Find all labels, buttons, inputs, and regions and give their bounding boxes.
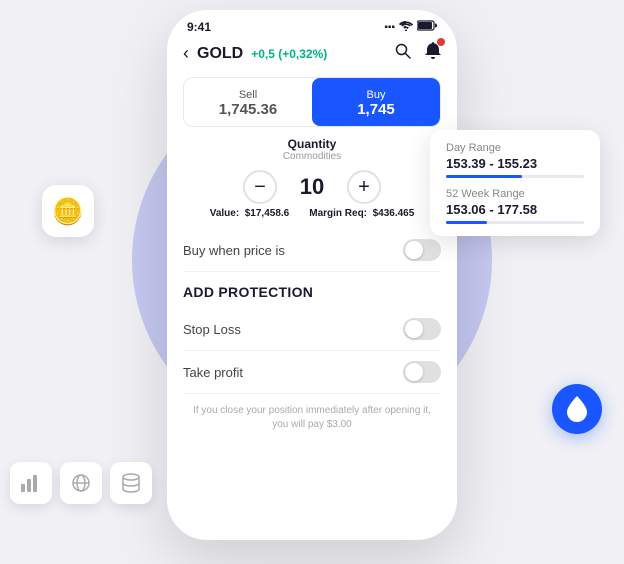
week-range-label: 52 Week Range: [446, 188, 584, 200]
week-range-row: 52 Week Range 153.06 - 177.58: [446, 188, 584, 224]
stop-loss-toggle[interactable]: [403, 318, 441, 340]
day-range-row: Day Range 153.39 - 155.23: [446, 142, 584, 178]
buy-when-price-row: Buy when price is: [183, 229, 441, 272]
status-icons: ▪▪▪: [384, 20, 437, 34]
scene: 🪙 9:41 ▪▪▪ ‹ GOLD +0,5 (+0,32%): [0, 0, 624, 564]
quantity-info: Value: $17,458.6 Margin Req: $436.465: [183, 208, 441, 219]
quantity-sublabel: Commodities: [183, 151, 441, 162]
buy-sell-tabs: Sell 1,745.36 Buy 1,745: [183, 77, 441, 127]
stop-loss-label: Stop Loss: [183, 322, 241, 337]
phone-frame: 9:41 ▪▪▪ ‹ GOLD +0,5 (+0,32%): [167, 10, 457, 540]
chart-icon-box[interactable]: [10, 462, 52, 504]
tab-sell[interactable]: Sell 1,745.36: [184, 78, 312, 126]
content-area: Quantity Commodities − 10 + Value: $17,4…: [167, 137, 457, 540]
stop-loss-row: Stop Loss: [183, 308, 441, 351]
database-icon-box[interactable]: [110, 462, 152, 504]
increment-button[interactable]: +: [347, 170, 381, 204]
notification-bell-icon[interactable]: [425, 42, 441, 65]
value-info: Value: $17,458.6: [210, 208, 290, 219]
day-range-bar-fill: [446, 175, 522, 178]
week-range-bar-fill: [446, 221, 487, 224]
asset-title: GOLD: [197, 45, 243, 63]
take-profit-row: Take profit: [183, 351, 441, 394]
wifi-icon: [399, 21, 413, 34]
header: ‹ GOLD +0,5 (+0,32%): [167, 38, 457, 73]
quantity-value: 10: [297, 174, 327, 200]
back-button[interactable]: ‹: [183, 43, 189, 64]
decrement-button[interactable]: −: [243, 170, 277, 204]
quantity-section: Quantity Commodities − 10 + Value: $17,4…: [183, 137, 441, 219]
status-time: 9:41: [187, 20, 211, 34]
network-icon-box[interactable]: [60, 462, 102, 504]
take-profit-toggle[interactable]: [403, 361, 441, 383]
week-range-value: 153.06 - 177.58: [446, 202, 584, 217]
day-range-value: 153.39 - 155.23: [446, 156, 584, 171]
notification-badge: [437, 38, 445, 46]
search-icon[interactable]: [395, 43, 411, 64]
gold-commodity-icon: 🪙: [42, 185, 94, 237]
header-actions: [395, 42, 441, 65]
margin-info: Margin Req: $436.465: [309, 208, 414, 219]
quantity-control: − 10 +: [183, 170, 441, 204]
status-bar: 9:41 ▪▪▪: [167, 10, 457, 38]
week-range-bar: [446, 221, 584, 224]
signal-bars-icon: ▪▪▪: [384, 22, 395, 33]
take-profit-label: Take profit: [183, 365, 243, 380]
day-range-bar: [446, 175, 584, 178]
left-icon-group: [10, 462, 152, 504]
info-card: Day Range 153.39 - 155.23 52 Week Range …: [430, 130, 600, 236]
asset-change: +0,5 (+0,32%): [251, 47, 327, 61]
buy-when-price-label: Buy when price is: [183, 243, 285, 258]
add-protection-title: ADD PROTECTION: [183, 272, 441, 308]
buy-when-price-toggle[interactable]: [403, 239, 441, 261]
tab-buy[interactable]: Buy 1,745: [312, 78, 440, 126]
footer-note: If you close your position immediately a…: [183, 394, 441, 440]
quantity-label: Quantity: [183, 137, 441, 151]
day-range-label: Day Range: [446, 142, 584, 154]
droplet-icon-box[interactable]: [552, 384, 602, 434]
battery-icon: [417, 20, 437, 34]
